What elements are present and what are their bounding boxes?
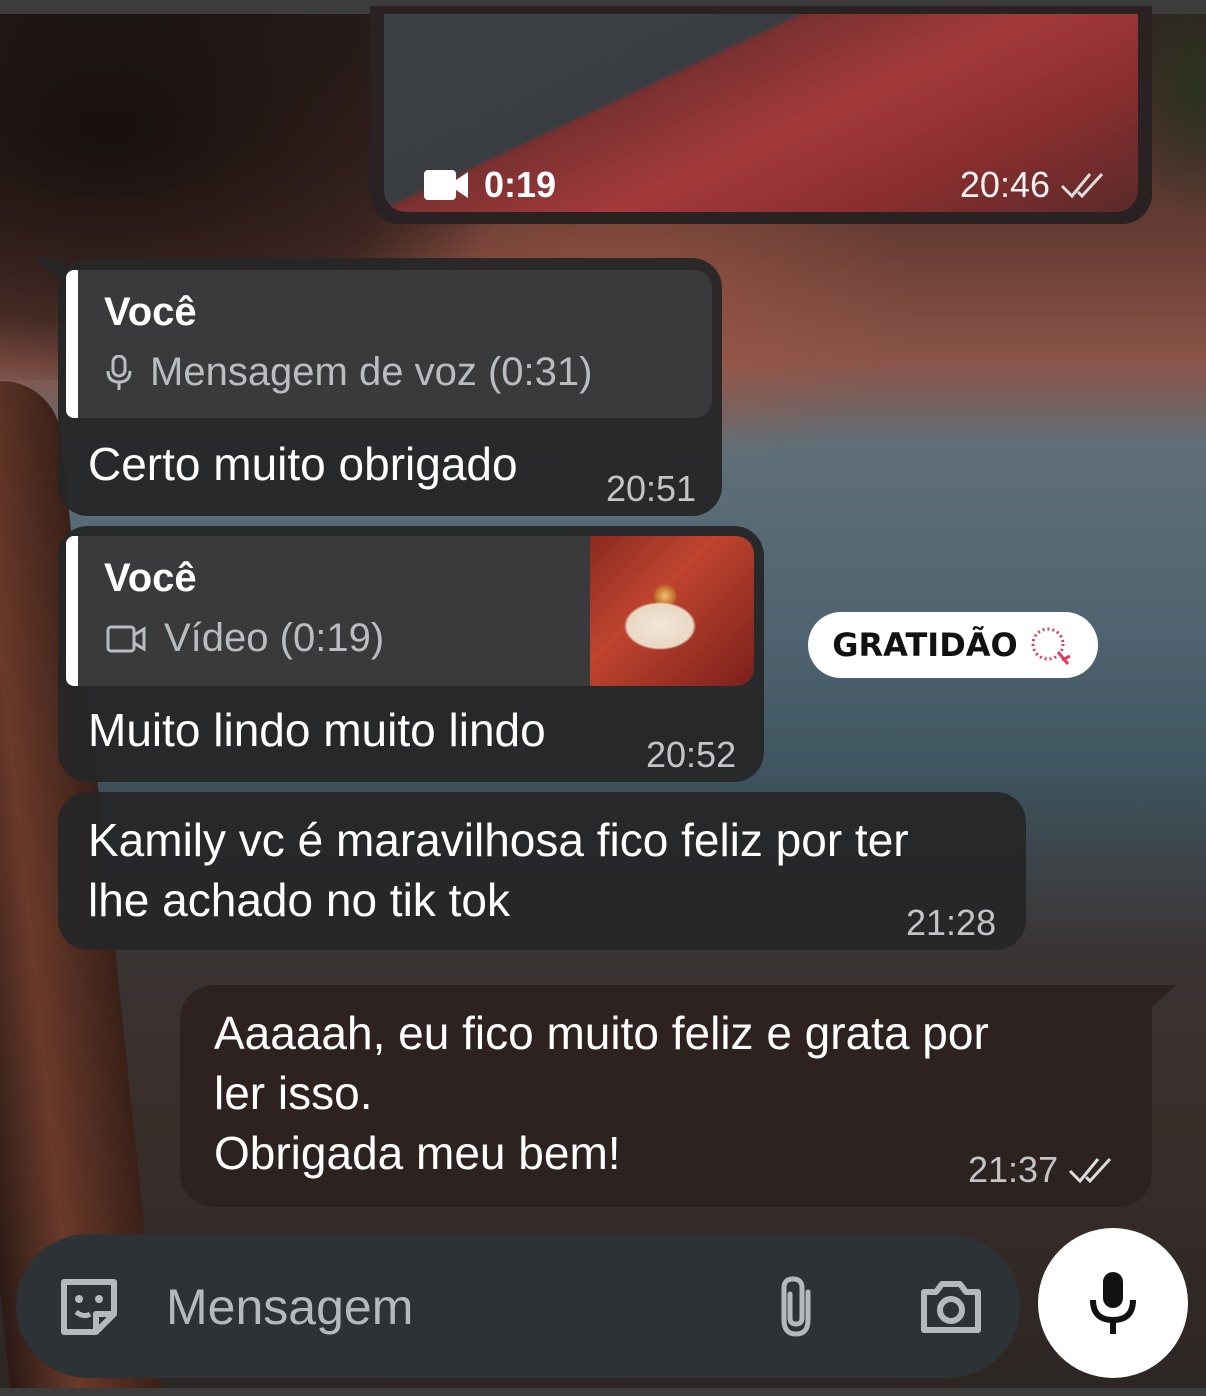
reply-author: Você [104, 290, 197, 334]
microphone-icon [106, 354, 132, 390]
message-text-line: ler isso. [214, 1067, 373, 1119]
reply-author: Você [104, 556, 197, 600]
message-time: 21:28 [906, 902, 997, 943]
double-check-icon [1069, 1157, 1112, 1184]
outgoing-message[interactable]: Aaaaah, eu fico muito feliz e grata por … [180, 985, 1176, 1207]
message-time: 20:51 [606, 468, 697, 509]
incoming-message[interactable]: Você Vídeo (0:19) Muito lindo muito lind… [58, 526, 764, 782]
message-text-line: Kamily vc é maravilhosa fico feliz por t… [88, 814, 909, 866]
message-text-line: Aaaaah, eu fico muito feliz e grata por [214, 1007, 989, 1059]
reply-preview-video[interactable]: Você Vídeo (0:19) [66, 536, 754, 686]
camera-icon[interactable] [918, 1278, 984, 1336]
voice-record-button[interactable] [1038, 1228, 1188, 1378]
video-duration: 0:19 [424, 164, 556, 206]
outgoing-message-meta: 21:37 [968, 1149, 1116, 1191]
message-text: Muito lindo muito lindo [88, 704, 546, 756]
reply-label-text: Vídeo (0:19) [164, 616, 385, 660]
video-message-meta: 20:46 [960, 164, 1108, 206]
video-message-time: 20:46 [959, 164, 1050, 205]
video-thumbnail[interactable]: 0:19 20:46 [384, 14, 1138, 212]
video-icon [106, 625, 146, 652]
message-input[interactable]: Mensagem [166, 1278, 413, 1336]
sticker-icon[interactable] [56, 1274, 122, 1340]
gratidao-sticker[interactable]: GRATIDÃO [808, 612, 1098, 678]
paperclip-icon[interactable] [774, 1274, 820, 1340]
chat-screen: 0:19 20:46 Você Mensagem de voz (0:31) C… [0, 0, 1206, 1396]
incoming-message[interactable]: Kamily vc é maravilhosa fico feliz por t… [58, 792, 1026, 950]
reply-preview-voice[interactable]: Você Mensagem de voz (0:31) [66, 270, 712, 418]
video-message[interactable]: 0:19 20:46 [370, 6, 1152, 224]
sticker-text: GRATIDÃO [832, 626, 1018, 664]
video-duration-text: 0:19 [484, 164, 557, 205]
reply-video-thumbnail [590, 536, 754, 686]
message-composer: Mensagem [16, 1234, 1020, 1378]
incoming-message[interactable]: Você Mensagem de voz (0:31) Certo muito … [36, 258, 722, 516]
message-time: 20:52 [646, 734, 737, 775]
reply-label-text: Mensagem de voz (0:31) [150, 350, 593, 394]
video-camera-icon [424, 170, 468, 200]
message-text-line: Obrigada meu bem! [214, 1127, 621, 1179]
message-text: Certo muito obrigado [88, 438, 518, 490]
reply-voice-label: Mensagem de voz (0:31) [106, 350, 592, 395]
message-time: 21:37 [968, 1149, 1059, 1190]
double-check-icon [1060, 172, 1104, 199]
microphone-icon [1090, 1272, 1136, 1334]
reply-video-label: Vídeo (0:19) [106, 616, 384, 661]
message-text-line: lhe achado no tik tok [88, 874, 510, 926]
rosary-icon [1031, 627, 1071, 665]
nav-strip [0, 1388, 1206, 1396]
